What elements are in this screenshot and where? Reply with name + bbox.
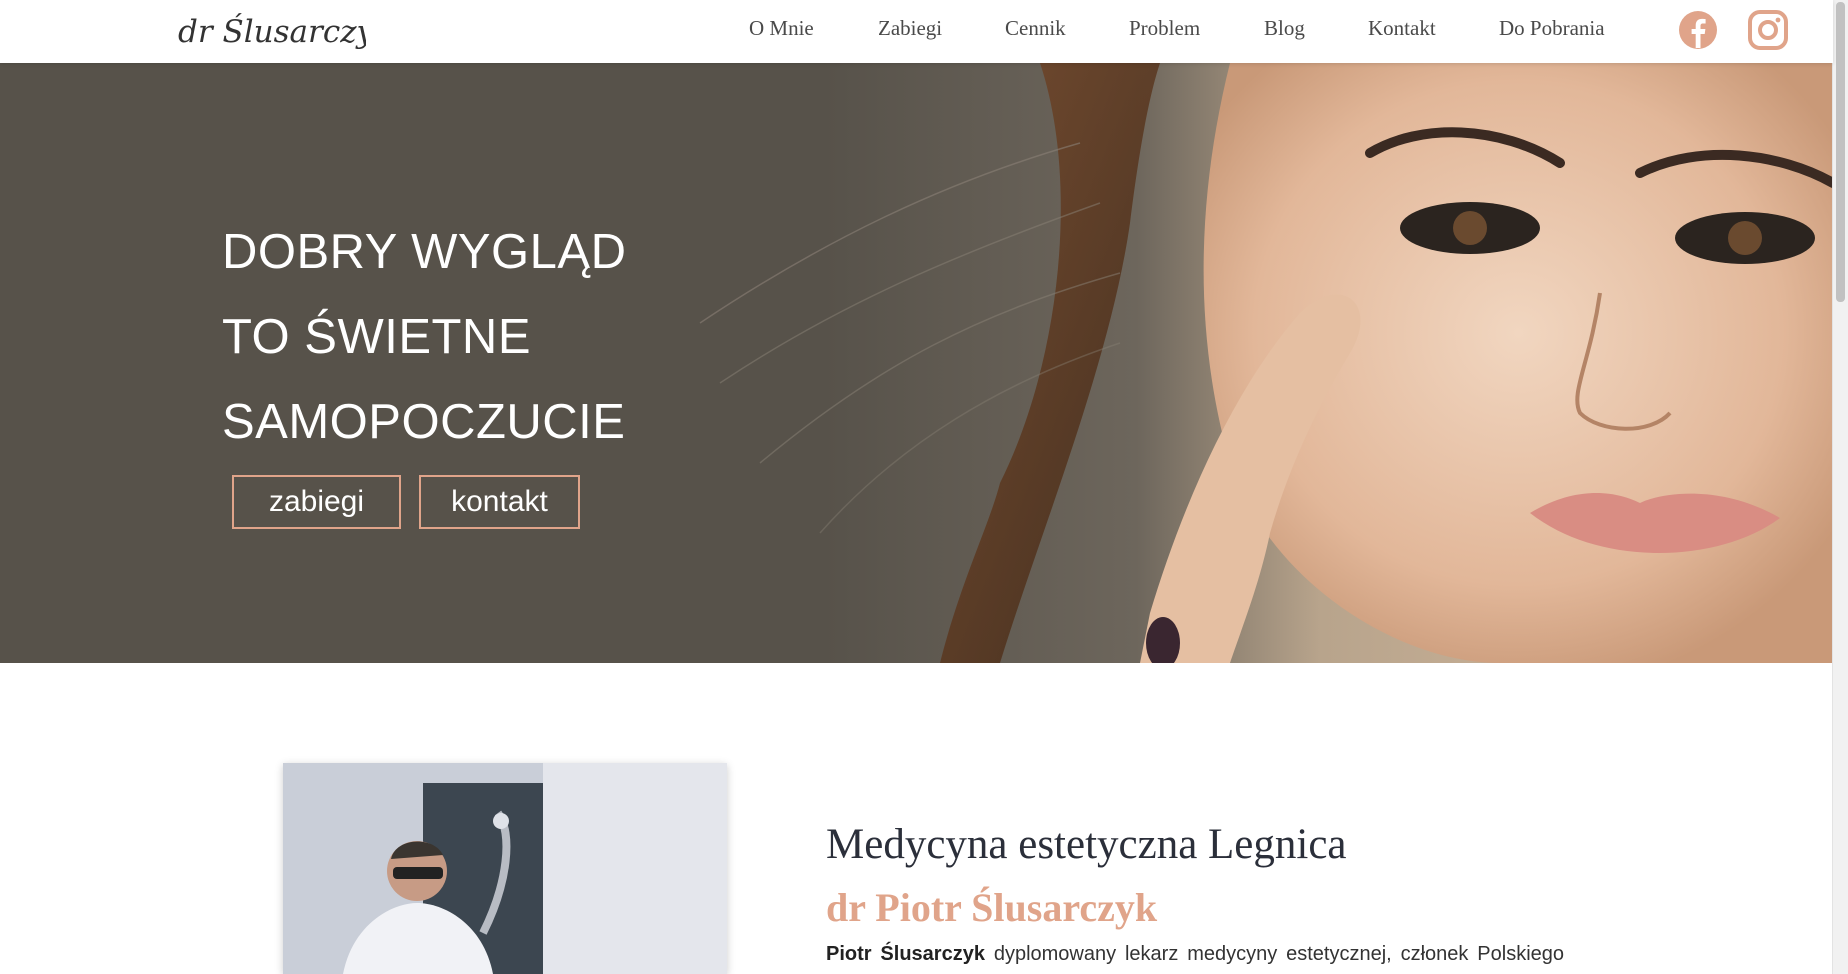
nav-item-cennik[interactable]: Cennik	[1005, 16, 1066, 41]
about-title: Medycyna estetyczna Legnica	[826, 821, 1347, 868]
hero-headline-line: DOBRY WYGLĄD	[222, 225, 627, 279]
instagram-icon[interactable]	[1746, 8, 1790, 52]
nav-item-o-mnie[interactable]: O Mnie	[749, 16, 814, 41]
kontakt-button[interactable]: kontakt	[419, 475, 580, 529]
logo-text: dr Ślusarczyk	[178, 12, 366, 50]
site-header: dr Ślusarczyk O Mnie Zabiegi Cennik Prob…	[0, 0, 1833, 63]
nav-item-do-pobrania[interactable]: Do Pobrania	[1499, 16, 1605, 41]
scrollbar-thumb[interactable]	[1836, 2, 1845, 302]
facebook-icon[interactable]	[1676, 8, 1720, 52]
about-text-bold: Piotr Ślusarczyk	[826, 943, 985, 965]
about-text: Piotr Ślusarczyk dyplomowany lekarz medy…	[826, 943, 1564, 966]
about-text-rest: dyplomowany lekarz medycyny estetycznej,…	[984, 943, 1565, 965]
hero-headline: DOBRY WYGLĄD TO ŚWIETNE SAMOPOCZUCIE	[222, 210, 626, 465]
hero-section: DOBRY WYGLĄD TO ŚWIETNE SAMOPOCZUCIE zab…	[0, 63, 1833, 663]
hero-headline-line: SAMOPOCZUCIE	[222, 395, 626, 449]
page-scrollbar[interactable]	[1832, 0, 1848, 974]
nav-item-kontakt[interactable]: Kontakt	[1368, 16, 1436, 41]
nav-item-blog[interactable]: Blog	[1264, 16, 1305, 41]
hero-headline-line: TO ŚWIETNE	[222, 310, 532, 364]
logo[interactable]: dr Ślusarczyk	[176, 4, 366, 54]
doctor-photo	[283, 763, 727, 974]
nav-item-problem[interactable]: Problem	[1129, 16, 1200, 41]
about-subtitle: dr Piotr Ślusarczyk	[826, 885, 1158, 930]
nav-item-zabiegi[interactable]: Zabiegi	[878, 16, 942, 41]
zabiegi-button[interactable]: zabiegi	[232, 475, 401, 529]
